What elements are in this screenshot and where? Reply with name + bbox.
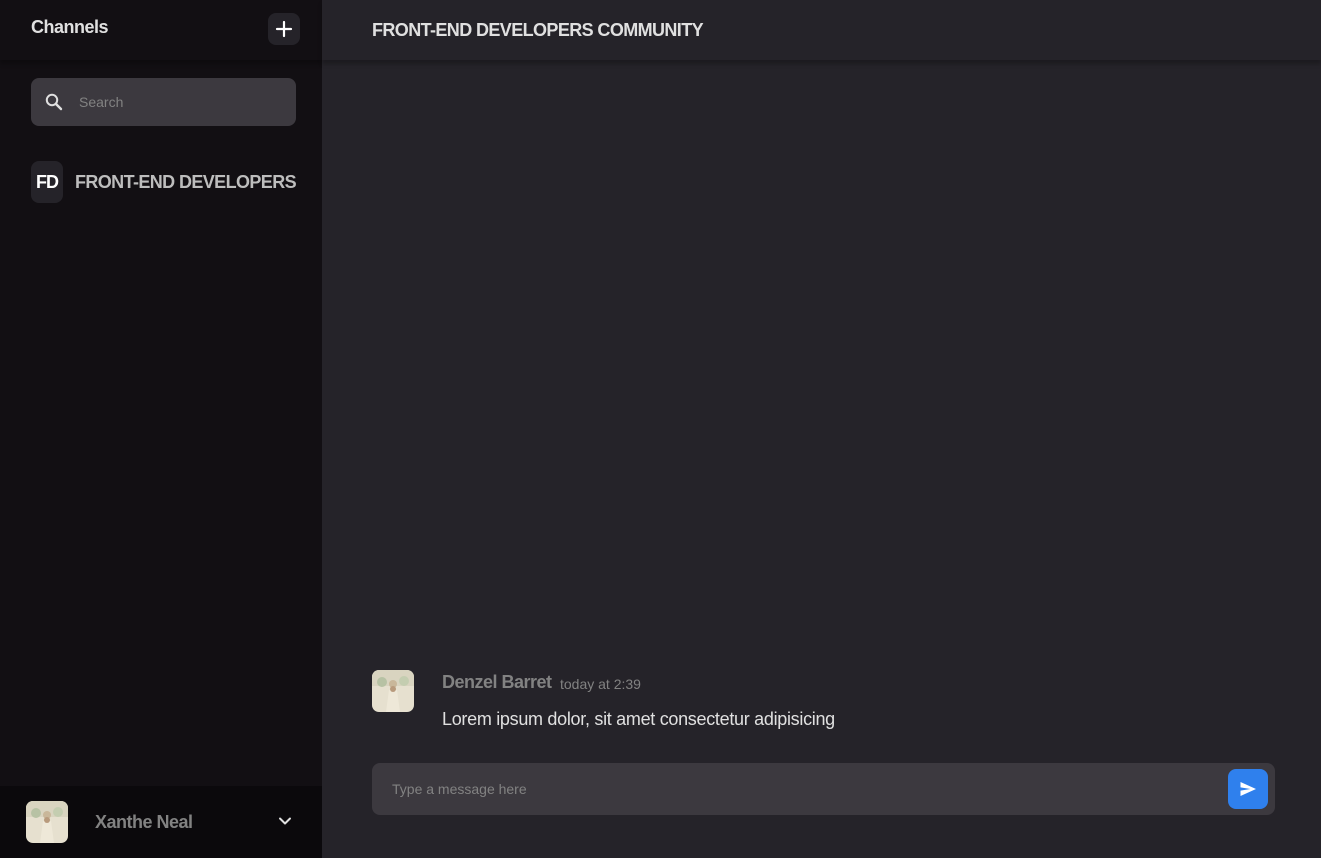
message-author: Denzel Barret [442, 672, 552, 692]
user-avatar[interactable] [26, 801, 68, 843]
chat-app: Channels FD FRONT-END DEVELOPERS [0, 0, 1321, 858]
user-avatar-image [26, 801, 68, 843]
chevron-down-icon[interactable] [274, 810, 296, 832]
message-timestamp: today at 2:39 [560, 676, 641, 692]
channel-item-front-end-developers[interactable]: FD FRONT-END DEVELOPERS [31, 161, 297, 203]
user-name: Xanthe Neal [95, 812, 193, 832]
send-button[interactable] [1228, 769, 1268, 809]
search-icon [45, 93, 63, 111]
message-input[interactable] [390, 763, 1210, 815]
sidebar: Channels FD FRONT-END DEVELOPERS [0, 0, 322, 858]
sidebar-title: Channels [31, 17, 109, 37]
message-composer [372, 763, 1275, 815]
message-text: Lorem ipsum dolor, sit amet consectetur … [442, 709, 835, 729]
search-box [31, 78, 296, 126]
sidebar-header: Channels [0, 0, 322, 60]
channel-avatar: FD [31, 161, 63, 203]
channel-name: FRONT-END DEVELOPERS [74, 171, 297, 192]
channel-title: FRONT-END DEVELOPERS COMMUNITY [372, 20, 704, 40]
search-input[interactable] [77, 78, 287, 126]
user-bar: Xanthe Neal [0, 786, 322, 858]
chat-main: FRONT-END DEVELOPERS COMMUNITY Denzel Ba… [322, 0, 1321, 858]
plus-icon [275, 20, 293, 38]
message-avatar[interactable] [372, 670, 414, 712]
add-channel-button[interactable] [268, 13, 300, 45]
message-item: Denzel Barret today at 2:39 Lorem ipsum … [372, 670, 1252, 734]
message-avatar-image [372, 670, 414, 712]
chat-header: FRONT-END DEVELOPERS COMMUNITY [322, 0, 1321, 60]
send-icon [1240, 782, 1256, 796]
